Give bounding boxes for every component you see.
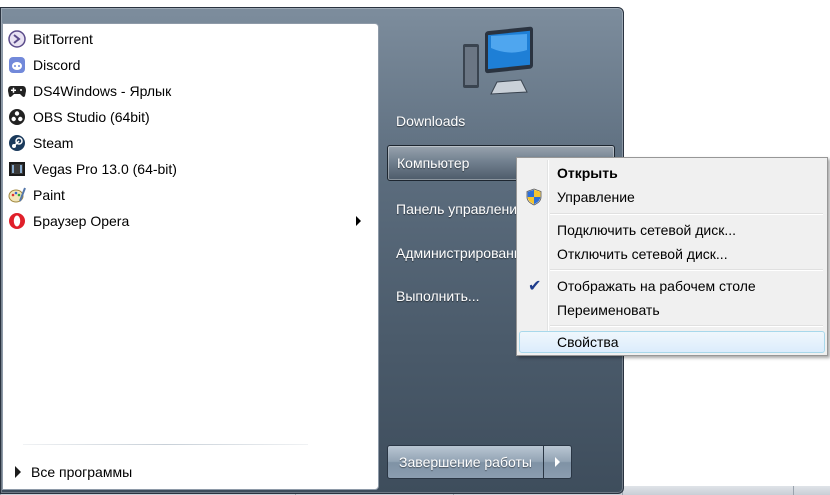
- submenu-arrow-icon: [356, 216, 361, 226]
- gamepad-icon: [7, 81, 27, 101]
- uac-shield-icon: [525, 188, 543, 206]
- program-item-vegas-pro[interactable]: Vegas Pro 13.0 (64-bit): [5, 157, 375, 181]
- ctx-item-open[interactable]: Открыть: [519, 162, 825, 184]
- shutdown-options-button[interactable]: [544, 445, 572, 479]
- program-label: Discord: [33, 57, 81, 73]
- all-programs-label: Все программы: [31, 464, 133, 480]
- discord-icon: [7, 55, 27, 75]
- ctx-separator: [550, 213, 823, 215]
- ctx-separator: [550, 325, 823, 327]
- program-item-discord[interactable]: Discord: [5, 53, 375, 77]
- program-label: BitTorrent: [33, 31, 93, 47]
- program-label: DS4Windows - Ярлык: [33, 83, 172, 99]
- program-item-bittorrent[interactable]: BitTorrent: [5, 27, 375, 51]
- program-item-opera[interactable]: Браузер Opera: [5, 209, 375, 233]
- ctx-label: Отображать на рабочем столе: [557, 278, 756, 294]
- program-label: OBS Studio (64bit): [33, 109, 150, 125]
- ctx-label: Переименовать: [557, 302, 660, 318]
- ctx-label: Открыть: [557, 165, 618, 181]
- ctx-label: Управление: [557, 189, 635, 205]
- programs-pane: BitTorrent Discord DS4Windows - Ярлык OB…: [2, 23, 379, 490]
- program-item-ds4windows[interactable]: DS4Windows - Ярлык: [5, 79, 375, 103]
- ctx-separator: [550, 269, 823, 271]
- ctx-item-disconnect-network-drive[interactable]: Отключить сетевой диск...: [519, 243, 825, 265]
- bittorrent-icon: [7, 29, 27, 49]
- program-label: Steam: [33, 135, 74, 151]
- ctx-label: Подключить сетевой диск...: [557, 222, 736, 238]
- checkmark-icon: ✔: [528, 278, 542, 295]
- chevron-right-icon: [555, 457, 560, 467]
- programs-divider: [23, 444, 308, 445]
- ctx-label: Свойства: [557, 334, 619, 350]
- ctx-item-rename[interactable]: Переименовать: [519, 299, 825, 321]
- ctx-item-map-network-drive[interactable]: Подключить сетевой диск...: [519, 219, 825, 241]
- program-label: Браузер Opera: [33, 213, 130, 229]
- paint-icon: [7, 185, 27, 205]
- steam-icon: [7, 133, 27, 153]
- obs-icon: [7, 107, 27, 127]
- triangle-right-icon: [15, 466, 21, 478]
- all-programs-button[interactable]: Все программы: [11, 461, 132, 483]
- program-item-steam[interactable]: Steam: [5, 131, 375, 155]
- ctx-label: Отключить сетевой диск...: [557, 246, 728, 262]
- computer-monitor-icon: [461, 26, 537, 100]
- context-menu: Открыть Управление Подключить сетевой ди…: [516, 157, 828, 356]
- ctx-item-show-on-desktop[interactable]: ✔ Отображать на рабочем столе: [519, 275, 825, 297]
- ctx-item-properties[interactable]: Свойства: [519, 331, 825, 353]
- right-item-downloads[interactable]: Downloads: [387, 103, 615, 139]
- program-label: Vegas Pro 13.0 (64-bit): [33, 161, 177, 177]
- shutdown-button[interactable]: Завершение работы: [387, 445, 544, 479]
- program-label: Paint: [33, 187, 65, 203]
- opera-icon: [7, 211, 27, 231]
- ctx-item-manage[interactable]: Управление: [519, 186, 825, 208]
- program-item-paint[interactable]: Paint: [5, 183, 375, 207]
- program-item-obs-studio[interactable]: OBS Studio (64bit): [5, 105, 375, 129]
- vegas-icon: [7, 159, 27, 179]
